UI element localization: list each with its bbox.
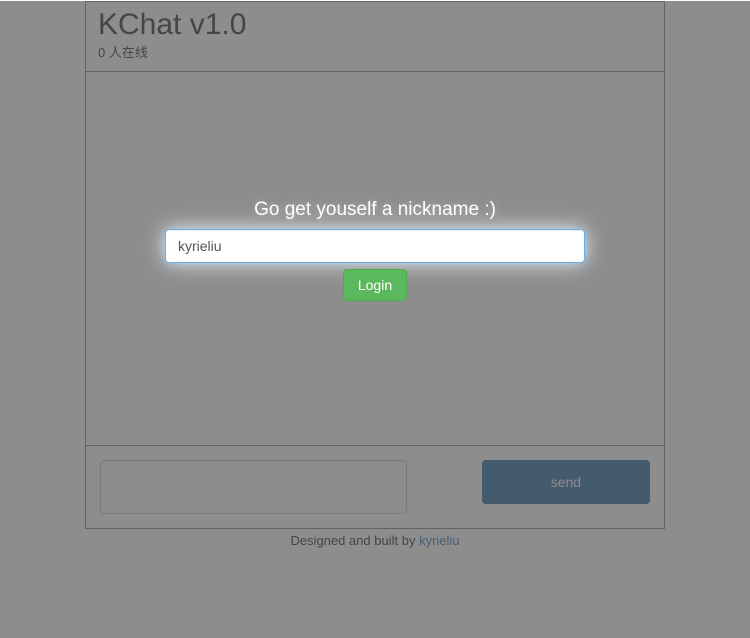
nickname-input[interactable] xyxy=(165,229,585,263)
login-modal: Go get youself a nickname :) Login xyxy=(160,199,590,301)
modal-title: Go get youself a nickname :) xyxy=(160,199,590,221)
modal-overlay: Go get youself a nickname :) Login xyxy=(0,1,750,638)
login-button[interactable]: Login xyxy=(343,269,407,301)
